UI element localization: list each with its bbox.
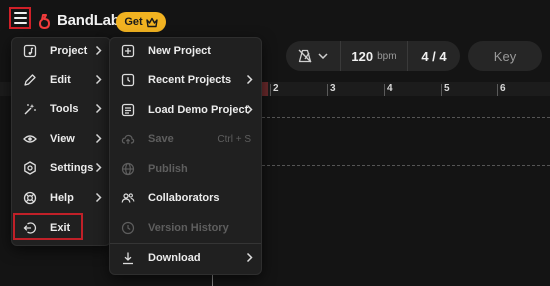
submenu-item-label: New Project [148,45,211,57]
ruler-tick-line [384,84,385,96]
chevron-right-icon [246,104,253,115]
hamburger-line [13,12,27,14]
menu-item-project[interactable]: Project [12,38,110,64]
hamburger-line [13,22,27,24]
history-icon [120,220,136,236]
track-divider [262,165,550,166]
chevron-right-icon [95,74,102,85]
pencil-icon [22,72,38,88]
chevron-right-icon [95,103,102,114]
ruler-tick-line [497,84,498,96]
menu-item-view[interactable]: View [12,126,110,152]
save-shortcut: Ctrl + S [217,133,251,145]
ruler-tick-line [327,84,328,96]
menu-item-label: Help [50,192,74,204]
submenu-item-label: Publish [148,163,188,175]
chevron-right-icon [95,162,102,173]
menu-item-label: Edit [50,74,71,86]
crown-icon [145,17,158,27]
bandlab-logo-icon [39,13,50,29]
get-label: Get [124,16,143,28]
submenu-item-recent-projects[interactable]: Recent Projects [110,67,261,93]
demo-icon [120,102,136,118]
plus-square-icon [120,43,136,59]
exit-highlight [13,213,83,240]
ruler-tick: 6 [500,83,506,94]
menu-item-label: Project [50,45,88,57]
lifebuoy-icon [22,190,38,206]
submenu-item-label: Collaborators [148,192,220,204]
submenu-item-new-project[interactable]: New Project [110,38,261,64]
submenu-item-load-demo-project[interactable]: Load Demo Project [110,97,261,123]
submenu-item-version-history[interactable]: Version History [110,215,261,241]
submenu-item-label: Download [148,252,201,264]
ruler-tick: 5 [444,83,450,94]
bpm-value: 120 [351,48,374,64]
menu-item-label: View [50,133,75,145]
submenu-item-label: Version History [148,222,229,234]
menu-item-label: Settings [50,162,94,174]
submenu-item-label: Load Demo Project [148,104,249,116]
recent-icon [120,72,136,88]
music-note-icon [22,43,38,59]
eye-icon [22,131,38,147]
ruler-tick-line [270,84,271,96]
submenu-item-label: Save [148,133,174,145]
globe-icon [120,161,136,177]
app-name: BandLab [57,12,120,29]
chevron-right-icon [95,45,102,56]
submenu-item-download[interactable]: Download [110,245,261,271]
gear-icon [22,160,38,176]
chevron-right-icon [246,74,253,85]
time-signature[interactable]: 4 / 4 [408,49,460,64]
chevron-right-icon [246,252,253,263]
metronome-icon [298,49,312,63]
hamburger-line [13,17,27,19]
transport-bar: 120 bpm 4 / 4 [286,41,460,71]
project-submenu: New Project Recent Projects Load Demo Pr… [109,37,262,275]
ruler-tick: 4 [387,83,393,94]
wand-icon [22,101,38,117]
people-icon [120,190,136,206]
ruler-tick: 2 [273,83,279,94]
submenu-item-collaborators[interactable]: Collaborators [110,185,261,211]
menu-item-settings[interactable]: Settings [12,155,110,181]
ruler-tick-line [441,84,442,96]
bandlab-logo[interactable]: BandLab [38,12,120,29]
submenu-divider [110,243,261,244]
chevron-right-icon [95,133,102,144]
tempo-field[interactable]: 120 bpm [341,41,408,71]
submenu-item-publish[interactable]: Publish [110,156,261,182]
menu-item-help[interactable]: Help [12,185,110,211]
cloud-upload-icon [120,131,136,147]
download-icon [120,250,136,266]
metronome-control[interactable] [286,41,341,71]
hamburger-menu-button[interactable] [9,7,31,29]
chevron-down-icon[interactable] [318,53,328,59]
submenu-item-save[interactable]: Save Ctrl + S [110,126,261,152]
ruler-tick: 3 [330,83,336,94]
get-membership-button[interactable]: Get [116,12,166,32]
bpm-unit: bpm [377,50,397,62]
track-divider [262,117,550,118]
menu-item-tools[interactable]: Tools [12,96,110,122]
chevron-right-icon [95,192,102,203]
menu-item-edit[interactable]: Edit [12,67,110,93]
key-button[interactable]: Key [468,41,542,71]
menu-item-label: Tools [50,103,79,115]
submenu-item-label: Recent Projects [148,74,232,86]
